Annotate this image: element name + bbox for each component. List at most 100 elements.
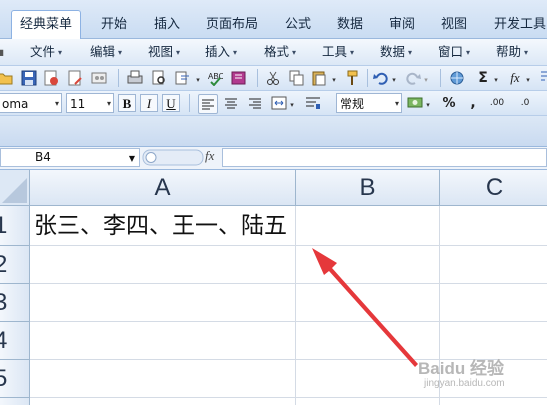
wrap-text-icon[interactable]: [304, 94, 322, 112]
chevron-down-icon: ▾: [350, 47, 355, 57]
align-center-icon[interactable]: [222, 94, 240, 112]
bold-button[interactable]: B: [118, 94, 136, 112]
chevron-down-icon[interactable]: ▾: [424, 96, 432, 114]
row-header-5[interactable]: 5: [0, 360, 30, 398]
menu-tools[interactable]: 工具 ▾: [322, 43, 354, 61]
row-header-4-label: 4: [0, 327, 7, 354]
chevron-down-icon[interactable]: ▾: [330, 71, 338, 89]
row-header-4[interactable]: 4: [0, 322, 30, 360]
research-book-icon[interactable]: [230, 69, 248, 87]
insert-function-fx-label[interactable]: fx: [205, 148, 214, 164]
select-all-corner[interactable]: [0, 170, 30, 206]
undo-icon[interactable]: [372, 69, 390, 87]
tab-developer[interactable]: 开发工具: [490, 13, 547, 37]
cell-c2[interactable]: [440, 246, 547, 284]
font-name-combo[interactable]: oma ▾: [0, 93, 62, 113]
chevron-down-icon[interactable]: ▾: [492, 71, 500, 89]
cell-a6[interactable]: [30, 398, 296, 405]
email-icon[interactable]: [66, 69, 84, 87]
menu-file[interactable]: 文件 ▾: [30, 43, 62, 61]
menu-format[interactable]: 格式 ▾: [264, 43, 296, 61]
row-header-3-label: 3: [0, 289, 7, 316]
menu-file-label: 文件: [30, 44, 56, 59]
tab-review[interactable]: 审阅: [384, 13, 420, 37]
menu-edit-label: 编辑: [90, 44, 116, 59]
underline-button[interactable]: U: [162, 94, 180, 112]
chevron-down-icon: ▾: [118, 47, 123, 57]
currency-icon[interactable]: [406, 94, 424, 112]
print-icon[interactable]: [126, 69, 144, 87]
insert-function-button[interactable]: fx: [506, 69, 524, 87]
menu-view[interactable]: 视图 ▾: [148, 43, 180, 61]
cell-a4[interactable]: [30, 322, 296, 360]
formula-input[interactable]: [222, 148, 547, 167]
italic-button[interactable]: I: [140, 94, 158, 112]
toolbar-separator: [440, 69, 441, 87]
comma-style-button[interactable]: ,: [464, 94, 482, 112]
menu-help[interactable]: 帮助 ▾: [496, 43, 528, 61]
menu-edit[interactable]: 编辑 ▾: [90, 43, 122, 61]
cell-a5[interactable]: [30, 360, 296, 398]
font-size-value: 11: [70, 97, 86, 111]
chevron-down-icon[interactable]: ▾: [524, 71, 532, 89]
menu-insert[interactable]: 插入 ▾: [205, 43, 237, 61]
paste-icon[interactable]: [310, 69, 328, 87]
column-header-b[interactable]: B: [296, 170, 440, 206]
format-painter-icon[interactable]: [344, 69, 362, 87]
chevron-down-icon: ▾: [176, 47, 181, 57]
research-icon[interactable]: [174, 69, 192, 87]
row-header-2[interactable]: 2: [0, 246, 30, 284]
cell-a2[interactable]: [30, 246, 296, 284]
permission-icon[interactable]: [42, 69, 60, 87]
menu-view-label: 视图: [148, 44, 174, 59]
menu-window[interactable]: 窗口 ▾: [438, 43, 470, 61]
row-header-2-label: 2: [0, 251, 7, 278]
open-folder-icon[interactable]: [0, 69, 14, 87]
ribbon-group-area: [0, 116, 547, 147]
align-right-icon[interactable]: [246, 94, 264, 112]
cut-icon[interactable]: [264, 69, 282, 87]
save-icon[interactable]: [20, 69, 38, 87]
sort-icon[interactable]: [536, 69, 547, 87]
align-left-icon[interactable]: [198, 94, 218, 114]
autosum-button[interactable]: Σ: [474, 69, 492, 87]
menu-data[interactable]: 数据 ▾: [380, 43, 412, 61]
column-header-c[interactable]: C: [440, 170, 547, 206]
cell-a3[interactable]: [30, 284, 296, 322]
chevron-down-icon: ▾: [106, 99, 111, 108]
row-header-1[interactable]: 1: [0, 206, 30, 246]
tab-data[interactable]: 数据: [332, 13, 368, 37]
standard-toolbar: ▾ ABC ▾ ▾ ▾ Σ ▾ fx ▾: [0, 66, 547, 91]
chevron-down-icon[interactable]: ▾: [422, 71, 430, 89]
tab-classic-menu[interactable]: 经典菜单: [11, 10, 81, 39]
hyperlink-globe-icon[interactable]: [448, 69, 466, 87]
merge-center-icon[interactable]: [270, 94, 288, 112]
menu-help-label: 帮助: [496, 44, 522, 59]
increase-decimal-button[interactable]: .00: [486, 94, 508, 112]
tab-insert[interactable]: 插入: [149, 13, 185, 37]
tab-view[interactable]: 视图: [436, 13, 472, 37]
number-format-combo[interactable]: 常规 ▾: [336, 93, 402, 113]
font-size-combo[interactable]: 11 ▾: [66, 93, 114, 113]
chevron-down-icon[interactable]: ▾: [194, 71, 202, 89]
tab-page-layout[interactable]: 页面布局: [202, 13, 262, 37]
cell-c3[interactable]: [440, 284, 547, 322]
name-box[interactable]: B4 ▼: [0, 148, 140, 167]
menu-format-label: 格式: [264, 44, 290, 59]
redo-icon[interactable]: [404, 69, 422, 87]
copy-icon[interactable]: [288, 69, 306, 87]
chevron-down-icon: ▾: [233, 47, 238, 57]
tab-formulas[interactable]: 公式: [280, 13, 316, 37]
print-preview-icon[interactable]: [150, 69, 168, 87]
tab-home[interactable]: 开始: [96, 13, 132, 37]
chevron-down-icon[interactable]: ▾: [390, 71, 398, 89]
spelling-icon[interactable]: ABC: [206, 69, 224, 87]
column-header-a[interactable]: A: [30, 170, 296, 206]
percent-button[interactable]: %: [440, 94, 458, 112]
attachment-icon[interactable]: [90, 69, 108, 87]
row-header-6[interactable]: [0, 398, 30, 405]
chevron-down-icon[interactable]: ▾: [288, 96, 296, 114]
row-header-3[interactable]: 3: [0, 284, 30, 322]
cell-c1[interactable]: [440, 206, 547, 246]
decrease-decimal-button[interactable]: .0: [514, 94, 536, 112]
